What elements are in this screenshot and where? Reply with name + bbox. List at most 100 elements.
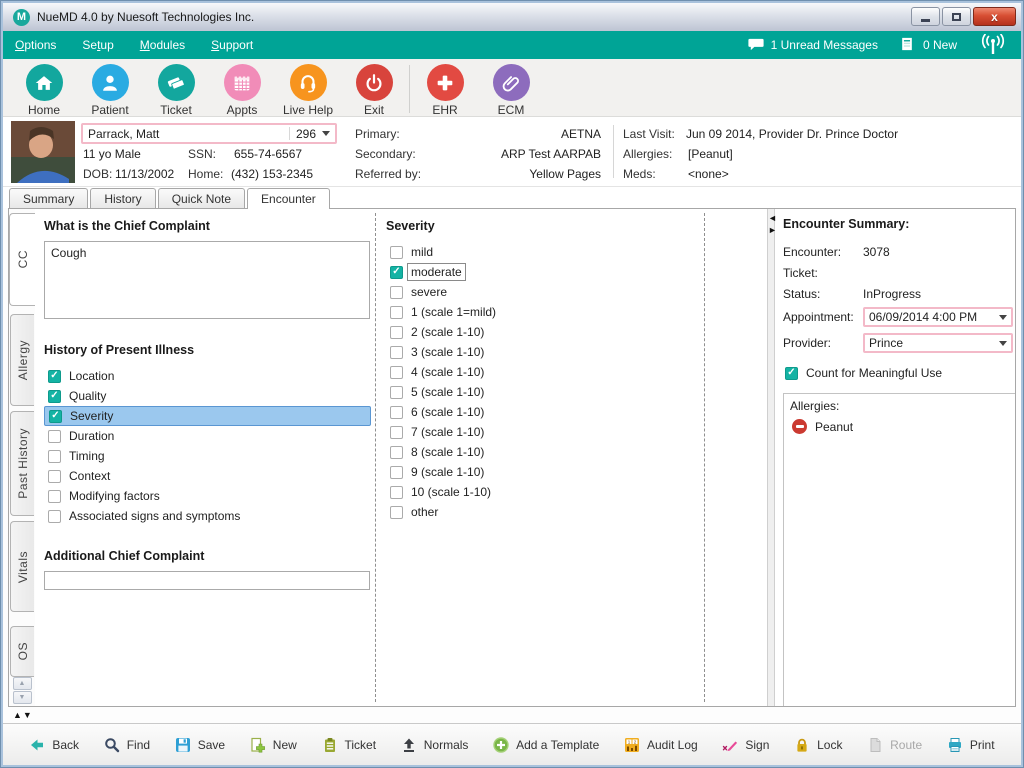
checkbox[interactable] — [390, 386, 403, 399]
print-button[interactable]: Print — [947, 737, 995, 753]
exit-button[interactable]: Exit — [341, 64, 407, 117]
additional-cc-input[interactable] — [44, 571, 370, 590]
normals-button[interactable]: Normals — [401, 737, 469, 753]
collapse-left-icon[interactable]: ◄ — [768, 212, 774, 224]
checkbox[interactable] — [48, 490, 61, 503]
severity-item[interactable]: mild — [386, 242, 700, 262]
checkbox[interactable] — [390, 466, 403, 479]
severity-section: Severity mild moderate severe 1 (scale 1… — [376, 209, 704, 706]
chief-complaint-textarea[interactable]: Cough — [44, 241, 370, 319]
severity-item[interactable]: severe — [386, 282, 700, 302]
hpi-item-context[interactable]: Context — [44, 466, 371, 486]
unread-messages[interactable]: 1 Unread Messages — [748, 37, 878, 53]
back-button[interactable]: Back — [29, 737, 79, 753]
tab-encounter[interactable]: Encounter — [247, 188, 330, 209]
checkbox[interactable] — [390, 306, 403, 319]
severity-item[interactable]: 4 (scale 1-10) — [386, 362, 700, 382]
severity-item[interactable]: other — [386, 502, 700, 522]
lock-button[interactable]: Lock — [794, 737, 842, 753]
home-button[interactable]: Home — [11, 64, 77, 117]
tab-scroll-up-button[interactable]: ▲ — [13, 677, 32, 690]
checkbox[interactable] — [390, 446, 403, 459]
ecm-button[interactable]: ECM — [478, 64, 544, 117]
severity-item[interactable]: 7 (scale 1-10) — [386, 422, 700, 442]
hpi-item-location[interactable]: Location — [44, 366, 371, 386]
padlock-icon — [794, 737, 810, 753]
side-tab-past-history[interactable]: Past History — [10, 411, 34, 517]
add-template-button[interactable]: Add a Template — [493, 737, 599, 753]
hpi-item-timing[interactable]: Timing — [44, 446, 371, 466]
hpi-item-severity[interactable]: Severity — [44, 406, 371, 426]
minimize-button[interactable] — [911, 7, 940, 26]
checkbox[interactable] — [390, 326, 403, 339]
route-button[interactable]: Route — [867, 737, 922, 753]
ticket-button[interactable]: Ticket — [143, 64, 209, 117]
title-bar: M NueMD 4.0 by Nuesoft Technologies Inc.… — [3, 3, 1021, 31]
menu-options[interactable]: Options — [15, 38, 56, 52]
severity-item[interactable]: moderate — [386, 262, 700, 282]
checkbox[interactable] — [48, 450, 61, 463]
live-help-button[interactable]: Live Help — [275, 64, 341, 117]
hpi-item-quality[interactable]: Quality — [44, 386, 371, 406]
checkbox[interactable] — [49, 410, 62, 423]
hpi-item-modifying-factors[interactable]: Modifying factors — [44, 486, 371, 506]
checkbox[interactable] — [48, 390, 61, 403]
menu-setup[interactable]: Setup — [82, 38, 113, 52]
save-button[interactable]: Save — [175, 737, 225, 753]
tab-quick-note[interactable]: Quick Note — [158, 188, 245, 208]
checkbox[interactable] — [48, 510, 61, 523]
checkbox[interactable] — [390, 406, 403, 419]
hpi-item-associated-signs[interactable]: Associated signs and symptoms — [44, 506, 371, 526]
checkbox[interactable] — [390, 426, 403, 439]
panel-splitter[interactable]: ◄ ► — [767, 209, 775, 706]
hpi-item-duration[interactable]: Duration — [44, 426, 371, 446]
checkbox[interactable] — [48, 370, 61, 383]
severity-item[interactable]: 6 (scale 1-10) — [386, 402, 700, 422]
severity-item[interactable]: 3 (scale 1-10) — [386, 342, 700, 362]
checkbox[interactable] — [390, 266, 403, 279]
side-tab-cc[interactable]: CC — [9, 213, 35, 306]
find-button[interactable]: Find — [104, 737, 150, 753]
allergies-label: Allergies: — [623, 147, 672, 161]
side-tab-allergy[interactable]: Allergy — [10, 314, 34, 406]
close-button[interactable]: x — [973, 7, 1016, 26]
severity-item[interactable]: 1 (scale 1=mild) — [386, 302, 700, 322]
tab-history[interactable]: History — [90, 188, 155, 208]
checkbox[interactable] — [48, 430, 61, 443]
severity-item[interactable]: 2 (scale 1-10) — [386, 322, 700, 342]
meaningful-use-checkbox-row[interactable]: Count for Meaningful Use — [785, 363, 1015, 383]
sign-button[interactable]: Sign — [722, 737, 769, 753]
scroll-up-icon[interactable]: ▲ — [13, 710, 23, 720]
scroll-down-icon[interactable]: ▼ — [23, 710, 33, 720]
severity-item[interactable]: 5 (scale 1-10) — [386, 382, 700, 402]
tab-scroll-down-button[interactable]: ▼ — [13, 691, 32, 704]
checkbox[interactable] — [390, 286, 403, 299]
menu-modules[interactable]: Modules — [140, 38, 185, 52]
menu-support[interactable]: Support — [211, 38, 253, 52]
ehr-button[interactable]: EHR — [412, 64, 478, 117]
tab-summary[interactable]: Summary — [9, 188, 88, 208]
appointments-button[interactable]: Appts — [209, 64, 275, 117]
expand-right-icon[interactable]: ► — [768, 224, 774, 236]
checkbox[interactable] — [390, 346, 403, 359]
checkbox[interactable] — [390, 366, 403, 379]
patient-button[interactable]: Patient — [77, 64, 143, 117]
appointment-dropdown[interactable]: 06/09/2014 4:00 PM — [863, 307, 1013, 327]
checkbox[interactable] — [785, 367, 798, 380]
new-button[interactable]: New — [250, 737, 297, 753]
severity-item[interactable]: 10 (scale 1-10) — [386, 482, 700, 502]
restore-button[interactable] — [942, 7, 971, 26]
side-tab-vitals[interactable]: Vitals — [10, 521, 34, 612]
audit-log-button[interactable]: 12 Audit Log — [624, 737, 698, 753]
new-items[interactable]: 0 New — [900, 37, 957, 53]
side-tab-os[interactable]: OS — [10, 626, 34, 677]
severity-item[interactable]: 9 (scale 1-10) — [386, 462, 700, 482]
checkbox[interactable] — [48, 470, 61, 483]
patient-selector[interactable]: Parrack, Matt 296 — [81, 123, 337, 144]
ticket-action-button[interactable]: Ticket — [322, 737, 377, 753]
provider-dropdown[interactable]: Prince — [863, 333, 1013, 353]
severity-item[interactable]: 8 (scale 1-10) — [386, 442, 700, 462]
checkbox[interactable] — [390, 486, 403, 499]
checkbox[interactable] — [390, 246, 403, 259]
checkbox[interactable] — [390, 506, 403, 519]
